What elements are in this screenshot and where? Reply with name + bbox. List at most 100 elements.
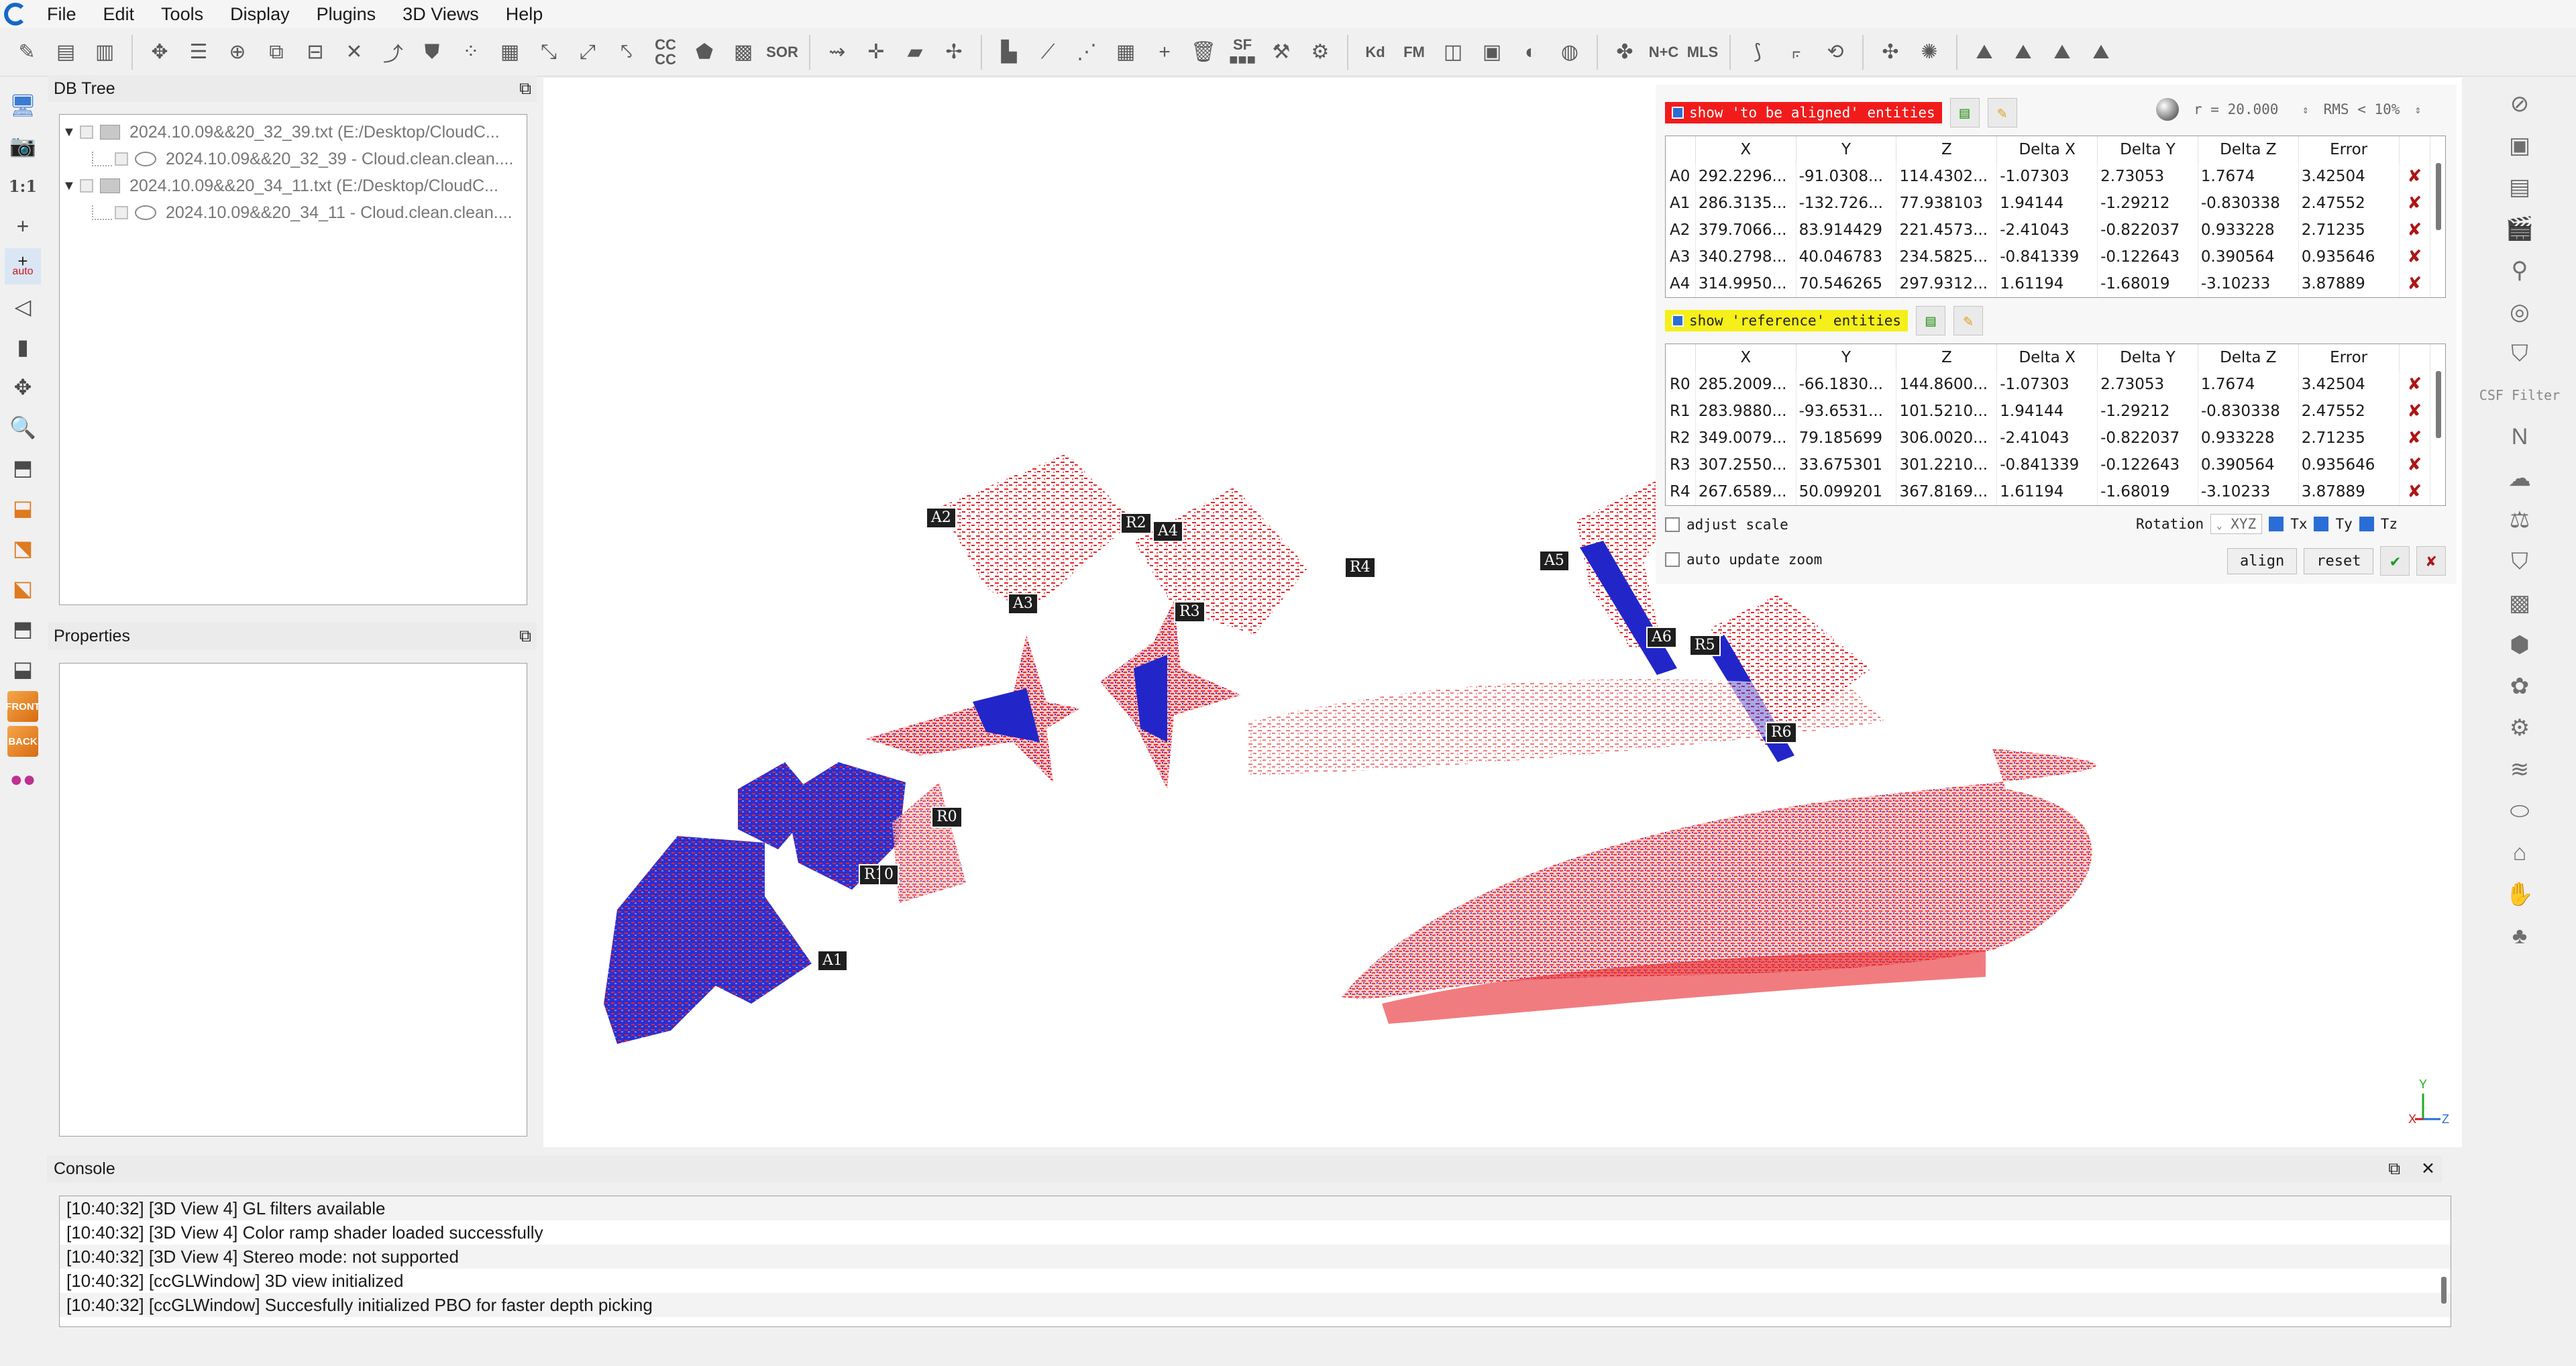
- path-icon[interactable]: ⟆: [1740, 35, 1775, 70]
- save-all-icon[interactable]: ▥: [87, 35, 122, 70]
- cell-x[interactable]: 379.7066...: [1695, 217, 1796, 244]
- arch-icon[interactable]: ⌂: [2501, 836, 2538, 870]
- table-row[interactable]: A1 286.3135... -132.726... 77.938103 1.9…: [1666, 190, 2430, 217]
- cell-z[interactable]: 234.5825...: [1896, 244, 1998, 270]
- merge-icon[interactable]: ⧉: [259, 35, 294, 70]
- pcv-icon[interactable]: ▩: [2501, 586, 2538, 620]
- float-icon[interactable]: ⧉: [519, 79, 531, 99]
- cell-y[interactable]: 40.046783: [1796, 244, 1897, 270]
- table-row[interactable]: A3 340.2798... 40.046783 234.5825... -0.…: [1666, 244, 2430, 270]
- cell-z[interactable]: 77.938103: [1896, 190, 1998, 217]
- validate-check-icon[interactable]: ✔: [2380, 546, 2410, 576]
- canupo-classify-icon[interactable]: ⚙: [1303, 35, 1338, 70]
- kd-tree-icon[interactable]: Kd: [1358, 35, 1393, 70]
- visibility-checkbox[interactable]: [115, 152, 128, 166]
- cell-error[interactable]: 0.935646: [2298, 452, 2400, 478]
- shield-icon[interactable]: ⛉: [2501, 337, 2538, 370]
- cell-error[interactable]: 2.71235: [2298, 425, 2400, 452]
- cell-y[interactable]: 33.675301: [1796, 452, 1897, 478]
- aligned-table-scrollbar[interactable]: [2436, 163, 2441, 230]
- normals-icon[interactable]: ⬟: [687, 35, 722, 70]
- cell-delta-y[interactable]: 2.73053: [2097, 371, 2198, 398]
- col-y[interactable]: Y: [1796, 136, 1897, 163]
- terrain-1-icon[interactable]: ⛰: [1967, 35, 2002, 70]
- col-x[interactable]: X: [1695, 136, 1796, 163]
- view-left-icon[interactable]: ⬔: [5, 530, 41, 566]
- perspective-icon[interactable]: ◁: [5, 288, 41, 325]
- cell-y[interactable]: -132.726...: [1796, 190, 1897, 217]
- export-aligned-icon[interactable]: ▤: [1949, 98, 1980, 127]
- facet-icon[interactable]: FM: [1397, 35, 1432, 70]
- hidden-point-icon[interactable]: ◫: [1436, 35, 1470, 70]
- delete-row-icon[interactable]: ✘: [2399, 163, 2430, 190]
- menu-3d-views[interactable]: 3D Views: [389, 4, 492, 25]
- cell-delta-z[interactable]: 1.7674: [2198, 163, 2299, 190]
- cell-error[interactable]: 2.47552: [2298, 190, 2400, 217]
- cell-delta-x[interactable]: 1.61194: [1996, 478, 2098, 505]
- console-scrollbar[interactable]: [2441, 1277, 2447, 1304]
- reset-button[interactable]: reset: [2304, 547, 2374, 574]
- point-label-a6[interactable]: A6: [1646, 627, 1677, 648]
- register-icon[interactable]: ⤡: [531, 35, 566, 70]
- puzzle-icon[interactable]: ✤: [1607, 35, 1642, 70]
- mls-icon[interactable]: MLS: [1685, 35, 1720, 70]
- cell-x[interactable]: 349.0079...: [1695, 425, 1796, 452]
- cell-delta-z[interactable]: -0.830338: [2198, 398, 2299, 425]
- translate-icon[interactable]: ✛: [859, 35, 894, 70]
- curve-icon[interactable]: ⟋: [1030, 35, 1065, 70]
- view-top-icon[interactable]: ⬒: [5, 450, 41, 486]
- cell-z[interactable]: 114.4302...: [1896, 163, 1998, 190]
- scan-icon[interactable]: ⟔: [1779, 35, 1814, 70]
- subsample-icon[interactable]: ⁘: [453, 35, 488, 70]
- col-delta-x[interactable]: Delta X: [1996, 136, 2098, 163]
- tx-checkbox[interactable]: [2269, 517, 2284, 531]
- cell-x[interactable]: 286.3135...: [1695, 190, 1796, 217]
- cell-delta-z[interactable]: 0.933228: [2198, 217, 2299, 244]
- cell-delta-z[interactable]: 0.390564: [2198, 244, 2299, 270]
- show-reference-toggle[interactable]: show 'reference' entities: [1665, 310, 1909, 331]
- gear-icon[interactable]: ⚙: [2501, 711, 2538, 745]
- sor-filter-icon[interactable]: SOR: [765, 35, 800, 70]
- north-arrow-icon[interactable]: N: [2501, 420, 2538, 454]
- table-row[interactable]: A2 379.7066... 83.914429 221.4573... -2.…: [1666, 217, 2430, 244]
- globe-icon[interactable]: ◍: [1552, 35, 1587, 70]
- cell-x[interactable]: 340.2798...: [1695, 244, 1796, 270]
- pivot-icon[interactable]: +: [5, 208, 41, 244]
- open-file-icon[interactable]: ✎: [9, 35, 44, 70]
- cluster-icon[interactable]: ✣: [1873, 35, 1908, 70]
- show-reference-checkbox[interactable]: [1672, 315, 1684, 327]
- cell-y[interactable]: 79.185699: [1796, 425, 1897, 452]
- cell-delta-y[interactable]: -1.68019: [2097, 270, 2198, 297]
- cell-delta-x[interactable]: -1.07303: [1996, 163, 2098, 190]
- tree-item-file-1[interactable]: ▼ 2024.10.09&&20_32_39.txt (E:/Desktop/C…: [62, 119, 524, 146]
- col-delta-z[interactable]: Delta Z: [2198, 136, 2299, 163]
- compass-icon[interactable]: ✢: [936, 35, 971, 70]
- terrain-3-icon[interactable]: ⛰: [2045, 35, 2080, 70]
- cell-delta-z[interactable]: 0.933228: [2198, 425, 2299, 452]
- cell-z[interactable]: 367.8169...: [1896, 478, 1998, 505]
- scalar-field-icon[interactable]: SF ■■■: [1225, 35, 1260, 70]
- terrain-2-icon[interactable]: ⛰: [2006, 35, 2041, 70]
- cell-delta-y[interactable]: -1.68019: [2097, 478, 2198, 505]
- float-icon[interactable]: ⧉: [519, 627, 531, 646]
- trash-icon[interactable]: 🗑: [1186, 35, 1221, 70]
- delete-row-icon[interactable]: ✘: [2399, 371, 2430, 398]
- adjust-scale-checkbox[interactable]: [1665, 517, 1680, 532]
- normals-curvature-icon[interactable]: N+C: [1646, 35, 1681, 70]
- cancel-x-icon[interactable]: ✘: [2416, 546, 2447, 576]
- rms-spinbox[interactable]: RMS < 10%: [2317, 99, 2407, 120]
- layers-stack-icon[interactable]: ≋: [2501, 753, 2538, 786]
- menu-display[interactable]: Display: [217, 4, 303, 25]
- list-icon[interactable]: ☰: [181, 35, 216, 70]
- cell-delta-x[interactable]: -2.41043: [1996, 217, 2098, 244]
- cell-x[interactable]: 267.6589...: [1695, 478, 1796, 505]
- clapper-icon[interactable]: 🎬: [2501, 212, 2538, 246]
- radius-spinbox[interactable]: r = 20.000: [2187, 99, 2294, 120]
- save-icon[interactable]: ▤: [48, 35, 83, 70]
- terrain-4-icon[interactable]: ⛰: [2084, 35, 2118, 70]
- delete-row-icon[interactable]: ✘: [2399, 190, 2430, 217]
- table-row[interactable]: A4 314.9950... 70.546265 297.9312... 1.6…: [1666, 270, 2430, 297]
- console-log[interactable]: [10:40:32] [3D View 4] GL filters availa…: [59, 1196, 2451, 1327]
- delete-icon[interactable]: ✕: [337, 35, 372, 70]
- col-delta-z[interactable]: Delta Z: [2198, 344, 2299, 371]
